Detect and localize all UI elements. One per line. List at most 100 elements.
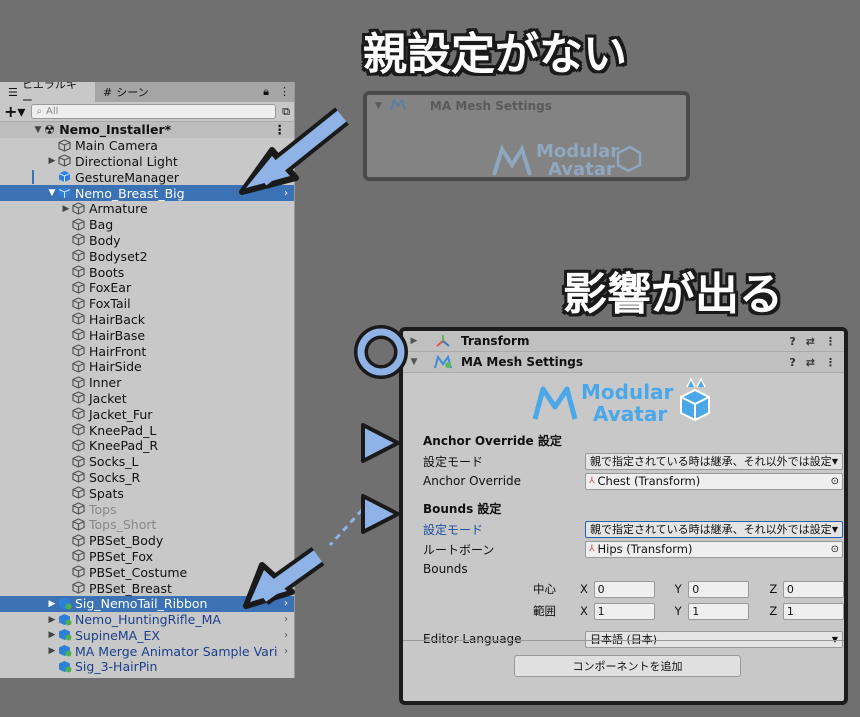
transform-icon: [425, 334, 461, 348]
transform-header[interactable]: ▶ Transform ? ⇄ ⋮: [403, 331, 844, 352]
hierarchy-item[interactable]: PBSet_Fox: [0, 549, 294, 565]
hierarchy-item[interactable]: PBSet_Body: [0, 533, 294, 549]
hierarchy-item[interactable]: Boots: [0, 264, 294, 280]
hierarchy-item[interactable]: ▶ Sig_NemoTail_Ribbon ›: [0, 595, 294, 612]
gameobject-icon: [72, 533, 86, 548]
expand-arrow[interactable]: ▶: [403, 336, 425, 346]
mesh-settings-header[interactable]: ▼ MA Mesh Settings ? ⇄ ⋮: [403, 352, 844, 373]
expand-arrow[interactable]: ▶: [46, 615, 58, 625]
hierarchy-item[interactable]: Tops_Short: [0, 517, 294, 533]
bounds-mode-select[interactable]: 親で指定されている時は継承、それ以外では設定 ▼: [585, 520, 843, 538]
scene-row[interactable]: ▼ ☢︎ Nemo_Installer* ⋮: [0, 122, 294, 138]
hierarchy-item[interactable]: Jacket: [0, 391, 294, 407]
hierarchy-item[interactable]: HairBack: [0, 312, 294, 328]
hierarchy-item[interactable]: Bodyset2: [0, 248, 294, 264]
root-bone-field[interactable]: ⅄ Hips (Transform) ⊙: [585, 540, 843, 558]
open-prefab-icon[interactable]: ›: [284, 598, 288, 609]
extent-y-input[interactable]: 1: [688, 602, 750, 620]
hierarchy-item[interactable]: KneePad_L: [0, 422, 294, 438]
open-prefab-icon[interactable]: ›: [284, 188, 288, 199]
hierarchy-item[interactable]: PBSet_Breast: [0, 580, 294, 596]
hierarchy-item[interactable]: HairFront: [0, 343, 294, 359]
hierarchy-item[interactable]: ▶ Armature: [0, 201, 294, 217]
hierarchy-item-label: Tops: [89, 501, 117, 517]
expand-arrow[interactable]: ▶: [46, 630, 58, 640]
hierarchy-item[interactable]: Sig_3-HairPin: [0, 659, 294, 675]
hierarchy-item-label: Sig_NemoTail_Ribbon: [75, 596, 208, 612]
center-y-input[interactable]: 0: [688, 580, 750, 598]
expand-arrow[interactable]: ▶: [46, 599, 58, 609]
hierarchy-item-label: Bag: [89, 217, 114, 233]
center-z-input[interactable]: 0: [782, 580, 844, 598]
center-x-input[interactable]: 0: [593, 580, 655, 598]
lock-icon[interactable]: 🔒︎: [263, 85, 269, 99]
hierarchy-item-label: Boots: [89, 264, 125, 280]
hierarchy-item[interactable]: ▼ Nemo_Breast_Big ›: [0, 185, 294, 201]
prefab-ma-icon: [58, 644, 72, 658]
triangle-anchor-section: [361, 423, 400, 463]
hierarchy-item[interactable]: FoxTail: [0, 296, 294, 312]
language-label: Editor Language: [423, 632, 522, 646]
hierarchy-item-label: Directional Light: [75, 153, 178, 169]
language-select[interactable]: 日本語 (日本) ▼: [585, 630, 843, 648]
object-picker-icon[interactable]: ⊙: [831, 544, 839, 555]
hierarchy-item[interactable]: GestureManager: [0, 169, 294, 185]
hierarchy-item[interactable]: ▶ Nemo_HuntingRifle_MA ›: [0, 612, 294, 628]
tab-hierarchy[interactable]: ☰ ヒエラルキー: [0, 82, 95, 107]
expand-arrow[interactable]: ▶: [60, 204, 72, 214]
gameobject-icon: [72, 265, 86, 279]
transform-title: Transform: [461, 334, 530, 348]
prefab-marker: [32, 170, 34, 185]
hierarchy-item[interactable]: Jacket_Fur: [0, 406, 294, 422]
tab-scene[interactable]: # シーン: [95, 82, 157, 102]
anchor-mode-select[interactable]: 親で指定されている時は継承、それ以外では設定 ▼: [585, 452, 843, 470]
hierarchy-item[interactable]: KneePad_R: [0, 438, 294, 454]
hierarchy-item[interactable]: FoxEar: [0, 280, 294, 296]
expand-arrow[interactable]: ▶: [46, 646, 58, 656]
hierarchy-item[interactable]: ▶ SupineMA_EX ›: [0, 628, 294, 644]
hierarchy-item[interactable]: Bag: [0, 217, 294, 233]
extent-z-input[interactable]: 1: [782, 602, 844, 620]
expand-arrow[interactable]: ▶: [46, 156, 58, 166]
search-filter-icon[interactable]: ⧉: [282, 105, 290, 119]
hierarchy-item[interactable]: ▶ Directional Light: [0, 154, 294, 170]
hierarchy-item[interactable]: Socks_L: [0, 454, 294, 470]
gameobject-icon: [72, 391, 86, 405]
hierarchy-item[interactable]: ▶ MA Merge Animator Sample Vari ›: [0, 643, 294, 659]
preset-icon[interactable]: ⇄: [806, 356, 815, 369]
extent-x-input[interactable]: 1: [593, 602, 655, 620]
add-component-button[interactable]: コンポーネントを追加: [514, 655, 741, 677]
hierarchy-item[interactable]: HairBase: [0, 327, 294, 343]
hierarchy-item[interactable]: Spats: [0, 485, 294, 501]
gameobject-icon: [72, 281, 86, 295]
more-menu-icon[interactable]: ⋮: [825, 356, 836, 369]
hierarchy-item[interactable]: Main Camera: [0, 138, 294, 154]
open-prefab-icon[interactable]: ›: [284, 646, 288, 657]
expand-arrow[interactable]: ▼: [32, 125, 44, 135]
hierarchy-item[interactable]: Body: [0, 233, 294, 249]
more-menu-icon[interactable]: ⋮: [825, 335, 836, 348]
gameobject-icon: [72, 470, 86, 484]
more-menu-icon[interactable]: ⋮: [279, 85, 290, 99]
hierarchy-item[interactable]: Inner: [0, 375, 294, 391]
scene-menu-icon[interactable]: ⋮: [274, 122, 287, 137]
hierarchy-item-label: Main Camera: [75, 138, 158, 154]
hierarchy-item[interactable]: HairSide: [0, 359, 294, 375]
expand-arrow[interactable]: ▼: [46, 188, 58, 198]
hierarchy-item[interactable]: Tops: [0, 501, 294, 517]
axis-y-label: Y: [674, 604, 682, 618]
help-icon[interactable]: ?: [789, 335, 795, 348]
hierarchy-item[interactable]: PBSet_Costume: [0, 564, 294, 580]
expand-arrow[interactable]: ▼: [403, 357, 425, 367]
open-prefab-icon[interactable]: ›: [284, 614, 288, 625]
hierarchy-item-label: MA Merge Animator Sample Vari: [75, 643, 278, 659]
object-picker-icon[interactable]: ⊙: [831, 476, 839, 487]
hierarchy-item[interactable]: Socks_R: [0, 470, 294, 486]
anchor-override-field[interactable]: ⅄ Chest (Transform) ⊙: [585, 472, 843, 490]
open-prefab-icon[interactable]: ›: [284, 630, 288, 641]
help-icon[interactable]: ?: [789, 356, 795, 369]
scene-name: Nemo_Installer*: [59, 122, 172, 138]
anchor-override-row: Anchor Override ⅄ Chest (Transform) ⊙: [403, 471, 844, 491]
preset-icon[interactable]: ⇄: [806, 335, 815, 348]
hierarchy-item-label: Body: [89, 232, 121, 248]
